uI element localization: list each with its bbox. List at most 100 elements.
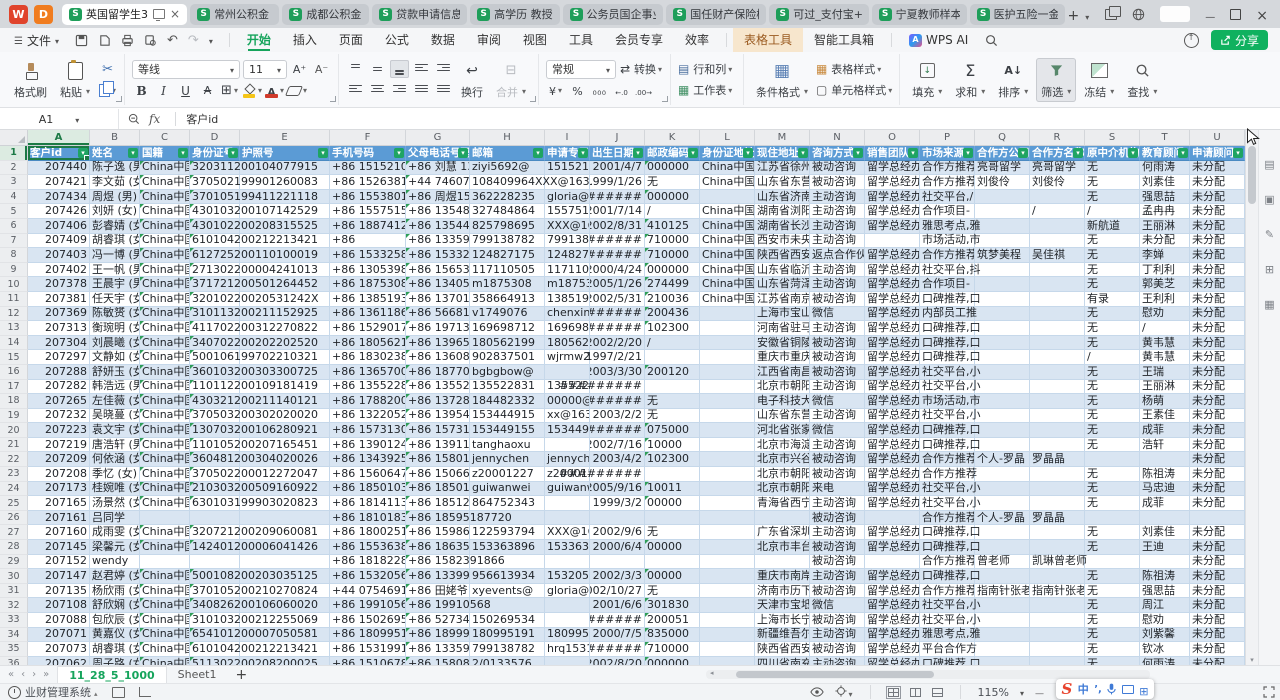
grid-cell[interactable]: 曾老师 bbox=[975, 555, 1030, 570]
column-header-L[interactable]: L bbox=[700, 130, 755, 146]
export-icon[interactable] bbox=[98, 34, 111, 47]
grid-cell[interactable]: 任天宇 (女 bbox=[90, 292, 140, 307]
column-header-A[interactable]: A bbox=[28, 130, 90, 146]
grid-cell[interactable]: 835000 bbox=[645, 628, 700, 643]
last-sheet-icon[interactable]: » bbox=[43, 669, 49, 680]
grid-cell[interactable]: 上海市长宁 bbox=[755, 613, 810, 628]
zoom-out-button[interactable] bbox=[1035, 686, 1044, 699]
grid-cell[interactable]: 207071 bbox=[28, 628, 90, 643]
grid-cell[interactable]: +86 1598680231 bbox=[406, 525, 470, 540]
grid-cell[interactable]: 湖南省长沙 bbox=[755, 219, 810, 234]
grid-cell[interactable]: China中国 bbox=[700, 234, 755, 249]
grid-cell[interactable]: 留学总经办 bbox=[865, 657, 920, 665]
grid-cell[interactable]: 留学总经办 bbox=[865, 598, 920, 613]
grid-cell[interactable]: 310113200211152925 bbox=[190, 307, 240, 322]
grid-cell[interactable]: 黄韦慧 bbox=[1140, 336, 1190, 351]
tab-list-chevron-icon[interactable] bbox=[1085, 5, 1089, 24]
grid-cell[interactable]: 凯琳曾老师 bbox=[1030, 555, 1085, 570]
row-header[interactable]: 2 bbox=[0, 161, 28, 176]
grid-cell[interactable]: +86 1851229020 bbox=[406, 496, 470, 511]
grid-cell[interactable] bbox=[545, 496, 590, 511]
grid-cell[interactable]: 青海省西宁 bbox=[755, 496, 810, 511]
grid-cell[interactable] bbox=[700, 409, 755, 424]
grid-cell[interactable] bbox=[190, 555, 240, 570]
grid-cell[interactable]: China中国 bbox=[140, 336, 190, 351]
grid-cell[interactable] bbox=[975, 190, 1030, 205]
grid-cell[interactable]: 周子路 (女 bbox=[90, 657, 140, 665]
grid-cell[interactable]: +86 刘慧 137052 bbox=[406, 161, 470, 176]
grid-cell[interactable]: 207161 bbox=[28, 511, 90, 526]
grid-cell[interactable] bbox=[140, 555, 190, 570]
grid-cell[interactable]: 口碑推荐,口 bbox=[920, 438, 975, 453]
grid-cell[interactable] bbox=[545, 438, 590, 453]
grid-cell[interactable]: 陈子逸 (男 bbox=[90, 161, 140, 176]
grid-cell[interactable]: 留学总经办 bbox=[865, 350, 920, 365]
grid-cell[interactable]: ######### bbox=[590, 613, 645, 628]
grid-cell[interactable]: 留学总经办 bbox=[865, 190, 920, 205]
row-header[interactable]: 16 bbox=[0, 365, 28, 380]
grid-cell[interactable]: 10000 bbox=[645, 438, 700, 453]
grid-cell[interactable]: 无 bbox=[1085, 467, 1140, 482]
grid-cell[interactable]: 2005/1/26 bbox=[590, 277, 645, 292]
grid-cell[interactable] bbox=[975, 336, 1030, 351]
grid-cell[interactable]: 207219 bbox=[28, 438, 90, 453]
header-cell-L[interactable]: 身份证地址 bbox=[700, 146, 755, 161]
grid-cell[interactable]: 被动咨询 bbox=[810, 292, 865, 307]
grid-cell[interactable] bbox=[975, 277, 1030, 292]
row-header[interactable]: 12 bbox=[0, 307, 28, 322]
grid-cell[interactable] bbox=[1030, 336, 1085, 351]
filter-button[interactable] bbox=[228, 148, 238, 158]
grid-cell[interactable]: China中国 bbox=[700, 277, 755, 292]
sort-button[interactable]: 排序 bbox=[993, 58, 1033, 102]
grid-cell[interactable]: 口碑推荐,口 bbox=[920, 350, 975, 365]
grid-cell[interactable]: 个人-罗晶 bbox=[975, 511, 1030, 526]
convert-button[interactable]: 转换 bbox=[619, 60, 663, 78]
grid-cell[interactable]: 留学总经办 bbox=[865, 452, 920, 467]
grid-cell[interactable] bbox=[865, 511, 920, 526]
grid-cell[interactable]: 被动咨询 bbox=[810, 584, 865, 599]
grid-cell[interactable]: 合作方推荐 bbox=[920, 248, 975, 263]
grid-cell[interactable] bbox=[975, 438, 1030, 453]
grid-cell[interactable]: jennychen bbox=[470, 452, 545, 467]
grid-cell[interactable] bbox=[700, 350, 755, 365]
grid-cell[interactable]: 未分配 bbox=[1190, 642, 1245, 657]
grid-cell[interactable]: 301830 bbox=[645, 598, 700, 613]
grid-cell[interactable]: +86 1565399710 bbox=[406, 263, 470, 278]
grid-cell[interactable]: 710000 bbox=[645, 642, 700, 657]
grid-cell[interactable]: +86 18595187720 bbox=[406, 511, 470, 526]
grid-cell[interactable]: 主动咨询 bbox=[810, 277, 865, 292]
grid-cell[interactable]: 无 bbox=[1085, 190, 1140, 205]
grid-cell[interactable]: 207297 bbox=[28, 350, 90, 365]
grid-cell[interactable] bbox=[545, 598, 590, 613]
ime-toolbox-icon[interactable] bbox=[1139, 680, 1148, 699]
grid-cell[interactable]: 王利利 bbox=[1140, 292, 1190, 307]
grid-cell[interactable]: 个人-罗晶 bbox=[975, 452, 1030, 467]
grid-cell[interactable]: 安徽省铜陵 bbox=[755, 336, 810, 351]
header-cell-T[interactable]: 教育顾问 bbox=[1140, 146, 1190, 161]
grid-cell[interactable]: 强思喆 bbox=[1140, 190, 1190, 205]
grid-cell[interactable]: 未分配 bbox=[1190, 613, 1245, 628]
grid-cell[interactable]: 湖南省浏阳 bbox=[755, 204, 810, 219]
grid-cell[interactable]: 2003/4/2 bbox=[590, 452, 645, 467]
grid-cell[interactable]: 黄嘉仪 (女 bbox=[90, 628, 140, 643]
grid-cell[interactable]: 胡睿琪 (女 bbox=[90, 642, 140, 657]
grid-cell[interactable]: +86 15575158 bbox=[330, 204, 406, 219]
grid-cell[interactable]: 无 bbox=[1085, 584, 1140, 599]
grid-cell[interactable]: 000000 bbox=[645, 161, 700, 176]
grid-cell[interactable]: +86 13851932 bbox=[330, 292, 406, 307]
header-cell-S[interactable]: 原中介机构 bbox=[1085, 146, 1140, 161]
grid-cell[interactable]: 327484864 bbox=[470, 204, 545, 219]
grid-cell[interactable]: 浩轩 bbox=[1140, 438, 1190, 453]
grid-cell[interactable]: 王晨宇 (男 bbox=[90, 277, 140, 292]
grid-cell[interactable]: China中国 bbox=[140, 234, 190, 249]
grid-cell[interactable]: 留学总经办 bbox=[865, 584, 920, 599]
grid-cell[interactable] bbox=[975, 204, 1030, 219]
next-sheet-icon[interactable]: › bbox=[32, 669, 36, 680]
grid-cell[interactable]: ######### bbox=[590, 248, 645, 263]
row-header[interactable]: 10 bbox=[0, 277, 28, 292]
caret-up-icon[interactable] bbox=[91, 686, 98, 699]
vertical-scrollbar[interactable]: ▴ ▾ bbox=[1245, 130, 1258, 665]
grid-cell[interactable]: / bbox=[1085, 350, 1140, 365]
grid-cell[interactable]: 未分配 bbox=[1190, 452, 1245, 467]
header-cell-B[interactable]: 姓名 bbox=[90, 146, 140, 161]
